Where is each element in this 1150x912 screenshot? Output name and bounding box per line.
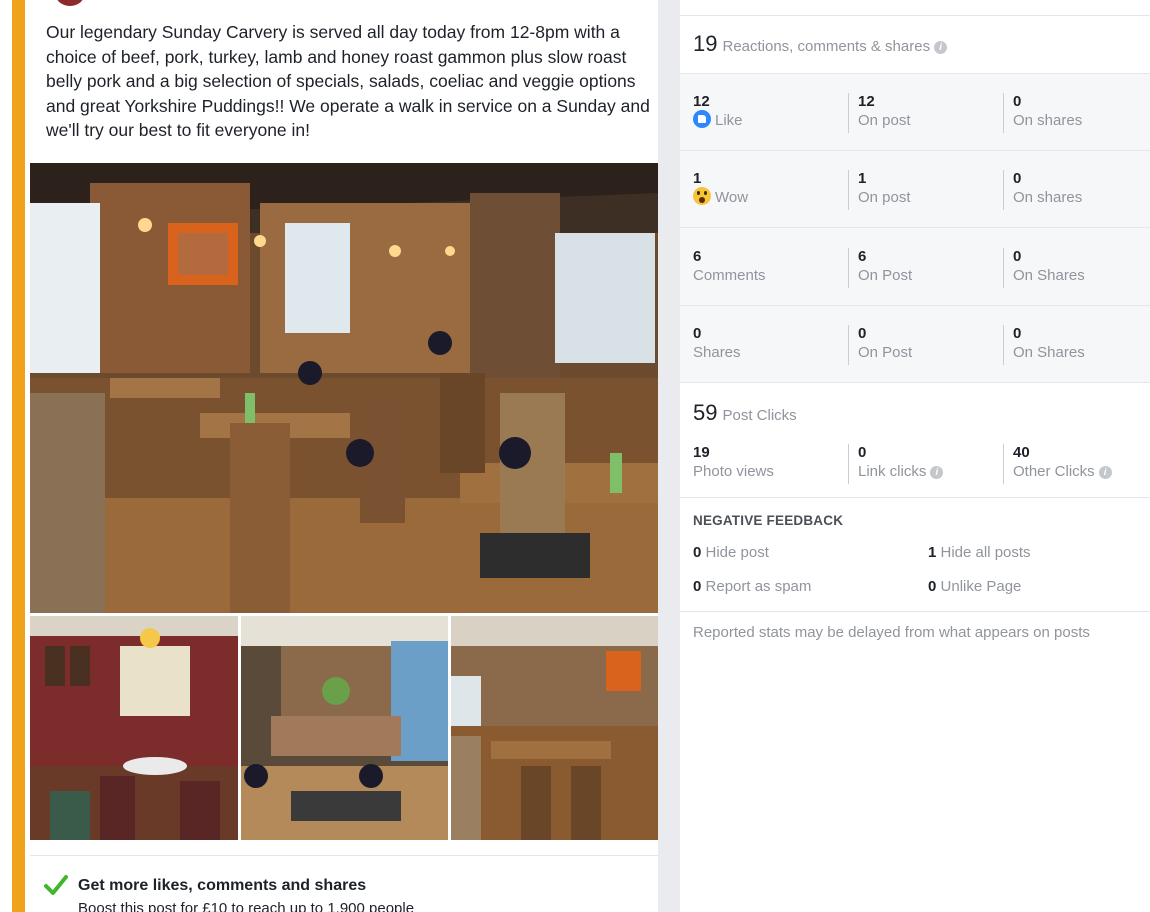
reactions-header-label: Reactions, comments & shares	[722, 38, 931, 55]
hide-post-stat: 0 Hide post	[693, 544, 769, 561]
info-icon[interactable]: i	[934, 41, 948, 54]
on-shares-label: On Shares	[1013, 344, 1085, 361]
insights-top-strip	[680, 0, 1150, 16]
photo-views-count: 19	[693, 444, 710, 461]
main-post-photo[interactable]	[30, 163, 658, 613]
likes-row: 12 Like 12 On post 0 On shares	[680, 74, 1150, 151]
post-clicks-total: 59	[693, 400, 718, 425]
on-post-label: On Post	[858, 344, 913, 361]
stats-delay-footnote: Reported stats may be delayed from what …	[693, 624, 1090, 641]
photo-views-label: Photo views	[693, 463, 774, 480]
post-clicks-breakdown: 19 Photo views 0 Link clicks i 40 Other Clic…	[680, 444, 1150, 489]
post-insights-panel: 19 Reactions, comments & shares i 12 Like 1…	[680, 0, 1150, 912]
unlike-page-label: Unlike Page	[940, 578, 1022, 595]
other-clicks-label: Other Clicks	[1013, 463, 1095, 480]
wow-on-shares: 0	[1013, 170, 1022, 187]
reactions-total: 19	[693, 31, 718, 56]
unlike-page-count: 0	[928, 578, 937, 595]
post-accent-bar	[12, 0, 25, 912]
post-clicks-label: Post Clicks	[722, 407, 797, 424]
comments-label: Comments	[693, 267, 766, 284]
bar-area-image	[241, 616, 448, 840]
report-spam-stat: 0 Report as spam	[693, 578, 811, 595]
on-shares-label: On shares	[1013, 189, 1083, 206]
likes-label: Like	[715, 112, 743, 129]
post-clicks-header: 59 Post Clicks	[693, 400, 1150, 426]
wow-label: Wow	[715, 189, 749, 206]
thumbnail-photo-3[interactable]	[451, 616, 658, 840]
wow-on-post: 1	[858, 170, 867, 187]
link-clicks-count: 0	[858, 444, 867, 461]
on-shares-label: On shares	[1013, 112, 1083, 129]
info-icon[interactable]: i	[1098, 466, 1112, 479]
comments-on-post: 6	[858, 248, 867, 265]
comments-on-shares: 0	[1013, 248, 1022, 265]
dining-room-red-image	[30, 616, 238, 840]
on-post-label: On post	[858, 189, 911, 206]
wow-row: 1 Wow 1 On post 0 On shares	[680, 151, 1150, 228]
other-clicks-count: 40	[1013, 444, 1030, 461]
reactions-header: 19 Reactions, comments & shares i	[693, 31, 1150, 57]
report-spam-label: Report as spam	[705, 578, 812, 595]
link-clicks-label: Link clicks	[858, 463, 927, 480]
hide-post-count: 0	[693, 544, 702, 561]
comments-total: 6	[693, 248, 702, 265]
reactions-breakdown: 12 Like 12 On post 0 On shares 1 Wow 1 On pos…	[680, 73, 1150, 383]
hide-post-label: Hide post	[705, 544, 769, 561]
boost-title: Get more likes, comments and shares	[78, 877, 367, 894]
checkmark-icon	[44, 875, 68, 895]
shares-total: 0	[693, 325, 702, 342]
restaurant-interior-image	[30, 163, 658, 613]
on-post-label: On post	[858, 112, 911, 129]
dining-hall-image	[451, 616, 658, 840]
on-shares-label: On Shares	[1013, 267, 1085, 284]
comments-row: 6 Comments 6 On Post 0 On Shares	[680, 229, 1150, 306]
thumbnail-photo-2[interactable]	[241, 616, 448, 840]
page-avatar[interactable]	[56, 0, 84, 6]
negative-feedback-title: NEGATIVE FEEDBACK	[693, 513, 844, 528]
post-card: Our legendary Sunday Carvery is served a…	[30, 0, 658, 912]
shares-on-shares: 0	[1013, 325, 1022, 342]
unlike-page-stat: 0 Unlike Page	[928, 578, 1021, 595]
post-text: Our legendary Sunday Carvery is served a…	[46, 22, 650, 140]
likes-total: 12	[693, 93, 710, 110]
info-icon[interactable]: i	[930, 466, 944, 479]
shares-on-post: 0	[858, 325, 867, 342]
thumbnail-photo-1[interactable]	[30, 616, 238, 840]
likes-on-shares: 0	[1013, 93, 1022, 110]
wow-icon	[693, 187, 711, 205]
wow-total: 1	[693, 170, 702, 187]
on-post-label: On Post	[858, 267, 913, 284]
like-icon	[693, 110, 711, 128]
likes-on-post: 12	[858, 93, 875, 110]
hide-all-posts-label: Hide all posts	[940, 544, 1031, 561]
post-clicks-section: 59 Post Clicks 19 Photo views 0 Link clicks…	[680, 383, 1150, 498]
hide-all-posts-stat: 1 Hide all posts	[928, 544, 1031, 561]
column-gutter	[658, 0, 680, 912]
negative-feedback-section: NEGATIVE FEEDBACK 0 Hide post 1 Hide all…	[680, 498, 1150, 612]
shares-row: 0 Shares 0 On Post 0 On Shares	[680, 306, 1150, 383]
boost-subtitle: Boost this post for £10 to reach up to 1…	[78, 900, 415, 912]
hide-all-posts-count: 1	[928, 544, 937, 561]
shares-label: Shares	[693, 344, 741, 361]
boost-post-banner[interactable]: Get more likes, comments and shares Boos…	[30, 855, 658, 912]
report-spam-count: 0	[693, 578, 702, 595]
